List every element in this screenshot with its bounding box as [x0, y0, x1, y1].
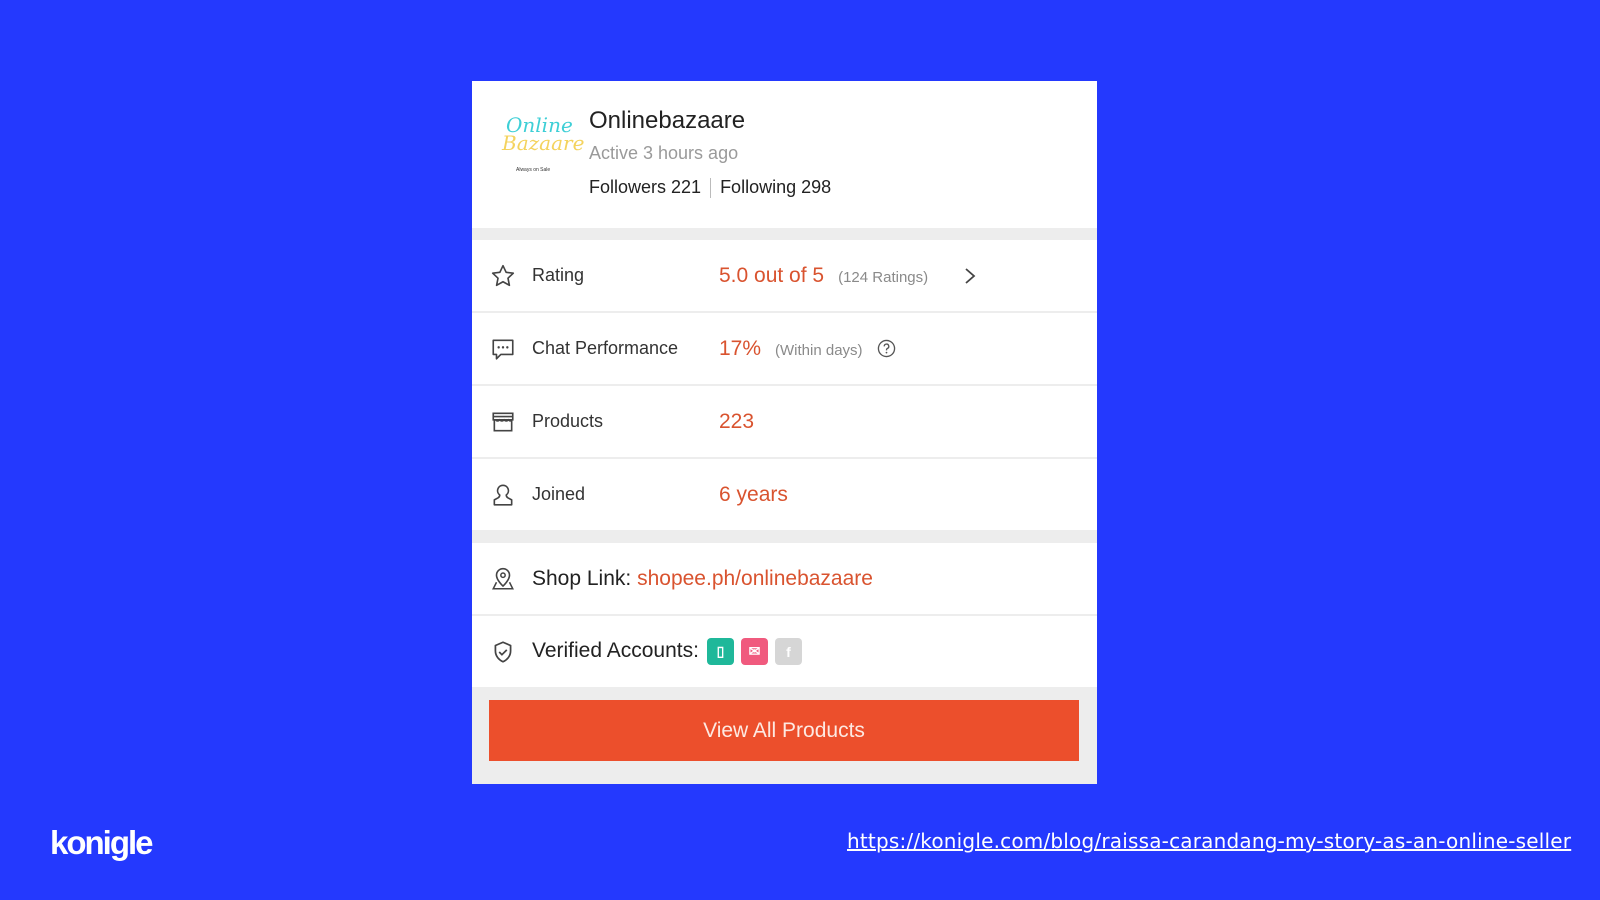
shop-link: Shop Link: shopee.ph/onlinebazaare	[532, 567, 873, 591]
rating-label: Rating	[532, 265, 585, 285]
konigle-logo: konigle	[50, 824, 154, 861]
products-label: Products	[532, 411, 604, 431]
shop-logo[interactable]: Online Bazaare Always on Sale	[498, 107, 584, 187]
chat-response-time: (Within days)	[775, 341, 863, 359]
logo-tagline: Always on Sale	[516, 167, 551, 173]
view-all-products-button[interactable]: View All Products	[489, 700, 1079, 761]
shop-link-row: Shop Link: shopee.ph/onlinebazaare	[472, 543, 1097, 614]
shop-header: Online Bazaare Always on Sale Onlinebaza…	[472, 81, 1097, 228]
rating-score: 5.0 out of 5	[719, 263, 825, 287]
chat-performance-row: Chat Performance 17% (Within days)	[472, 313, 1097, 384]
products-count: 223	[719, 409, 755, 433]
logo-text-2: Bazaare	[502, 131, 585, 155]
chevron-right-icon[interactable]	[962, 266, 978, 286]
verified-label: Verified Accounts:	[532, 639, 699, 663]
joined-value: 6 years	[719, 483, 788, 507]
source-url-link[interactable]: https://konigle.com/blog/raissa-carandan…	[847, 829, 1571, 853]
joined-label: Joined	[532, 484, 586, 504]
shop-link-label: Shop Link:	[532, 566, 632, 590]
rating-row[interactable]: Rating 5.0 out of 5 (124 Ratings)	[472, 240, 1097, 311]
shop-name[interactable]: Onlinebazaare	[589, 107, 745, 135]
phone-verified-icon: ▯	[706, 638, 734, 665]
shop-link-url[interactable]: shopee.ph/onlinebazaare	[637, 567, 873, 590]
user-icon	[493, 483, 513, 506]
location-pin-icon	[492, 567, 514, 590]
follow-stats: Followers 221 Following 298	[589, 177, 831, 198]
chat-performance-value: 17% (Within days)	[719, 337, 896, 361]
star-icon	[491, 264, 515, 286]
chat-icon	[492, 339, 514, 360]
chat-rate: 17%	[719, 336, 762, 360]
verified-accounts: Verified Accounts: ▯ ✉ f	[532, 638, 802, 665]
email-verified-icon: ✉	[740, 638, 768, 665]
help-icon[interactable]	[877, 339, 896, 358]
products-value: 223	[719, 410, 754, 434]
active-status: Active 3 hours ago	[589, 143, 739, 163]
shop-card: Online Bazaare Always on Sale Onlinebaza…	[472, 81, 1097, 784]
chat-performance-label: Chat Performance	[532, 338, 679, 358]
facebook-icon: f	[774, 638, 802, 665]
shield-check-icon	[494, 640, 512, 663]
verified-accounts-row: Verified Accounts: ▯ ✉ f	[472, 616, 1097, 687]
divider	[710, 177, 712, 198]
products-row: Products 223	[472, 386, 1097, 457]
following-count[interactable]: Following 298	[720, 177, 831, 198]
rating-count: (124 Ratings)	[838, 268, 929, 286]
store-icon	[492, 412, 514, 431]
joined-row: Joined 6 years	[472, 459, 1097, 530]
rating-value: 5.0 out of 5 (124 Ratings)	[719, 264, 928, 288]
followers-count[interactable]: Followers 221	[589, 177, 701, 198]
joined-duration: 6 years	[719, 482, 788, 506]
